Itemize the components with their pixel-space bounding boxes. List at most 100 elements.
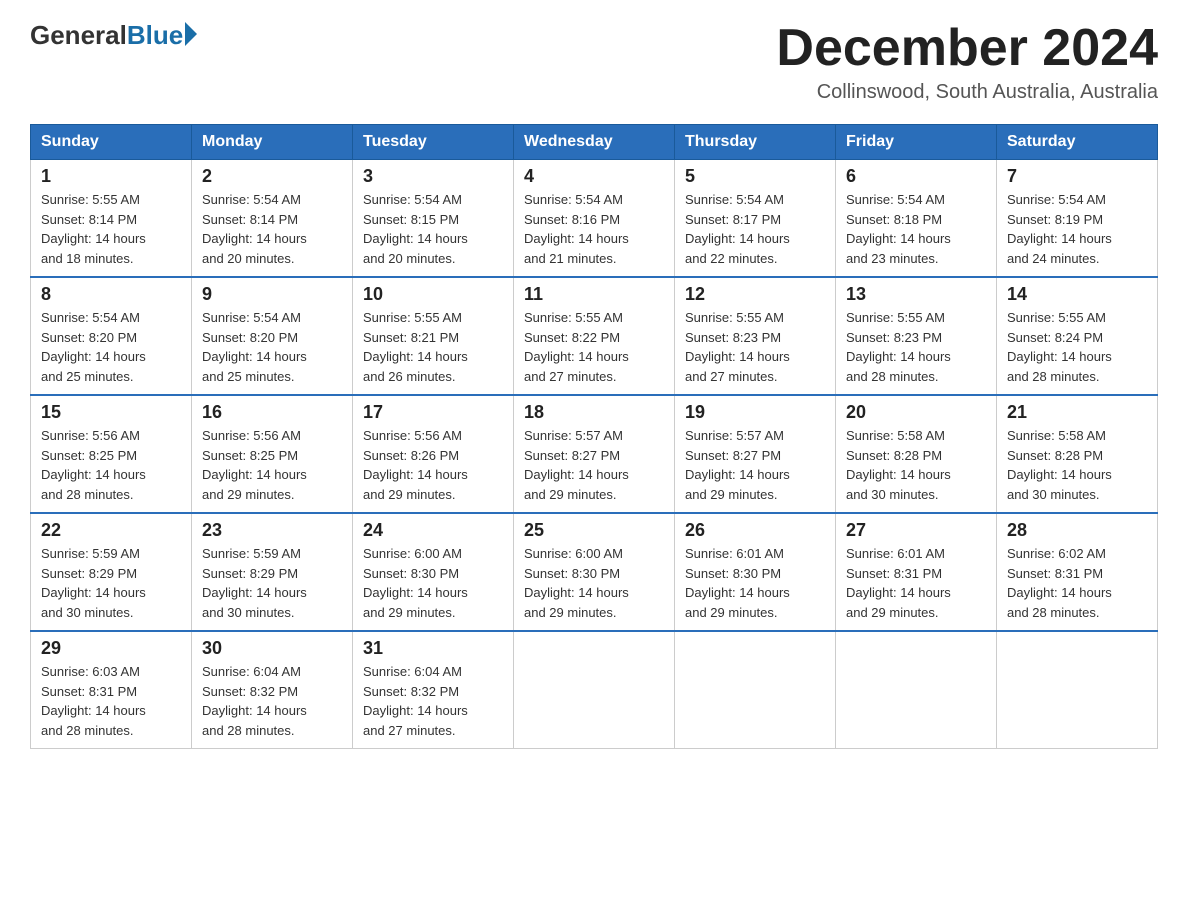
calendar-day-cell: 19Sunrise: 5:57 AMSunset: 8:27 PMDayligh… — [675, 395, 836, 513]
calendar-week-row: 29 Sunrise: 6:03 AMSunset: 8:31 PMDayligh… — [31, 631, 1158, 749]
day-info: Sunrise: 5:55 AMSunset: 8:23 PMDaylight:… — [846, 308, 986, 386]
logo-blue-part: Blue — [127, 20, 197, 51]
calendar-day-cell: 2 Sunrise: 5:54 AMSunset: 8:14 PMDaylight… — [192, 160, 353, 278]
calendar-day-cell: 4 Sunrise: 5:54 AMSunset: 8:16 PMDaylight… — [514, 160, 675, 278]
calendar-day-cell: 26Sunrise: 6:01 AMSunset: 8:30 PMDayligh… — [675, 513, 836, 631]
calendar-day-cell: 15Sunrise: 5:56 AMSunset: 8:25 PMDayligh… — [31, 395, 192, 513]
logo-general-text: General — [30, 20, 127, 51]
weekday-header-row: SundayMondayTuesdayWednesdayThursdayFrid… — [31, 125, 1158, 160]
day-number: 10 — [363, 284, 503, 305]
day-number: 5 — [685, 166, 825, 187]
day-number: 1 — [41, 166, 181, 187]
calendar-day-cell: 12 Sunrise: 5:55 AMSunset: 8:23 PMDayligh… — [675, 277, 836, 395]
calendar-day-cell: 31 Sunrise: 6:04 AMSunset: 8:32 PMDayligh… — [353, 631, 514, 749]
calendar-day-cell: 21Sunrise: 5:58 AMSunset: 8:28 PMDayligh… — [997, 395, 1158, 513]
day-number: 25 — [524, 520, 664, 541]
calendar-day-cell: 10 Sunrise: 5:55 AMSunset: 8:21 PMDayligh… — [353, 277, 514, 395]
calendar-day-cell — [514, 631, 675, 749]
day-number: 29 — [41, 638, 181, 659]
calendar-table: SundayMondayTuesdayWednesdayThursdayFrid… — [30, 124, 1158, 749]
day-info: Sunrise: 5:57 AMSunset: 8:27 PMDaylight:… — [524, 426, 664, 504]
calendar-day-cell — [836, 631, 997, 749]
day-number: 12 — [685, 284, 825, 305]
day-info: Sunrise: 5:54 AMSunset: 8:16 PMDaylight:… — [524, 190, 664, 268]
calendar-day-cell: 29 Sunrise: 6:03 AMSunset: 8:31 PMDayligh… — [31, 631, 192, 749]
day-number: 24 — [363, 520, 503, 541]
day-number: 31 — [363, 638, 503, 659]
day-info: Sunrise: 5:55 AMSunset: 8:23 PMDaylight:… — [685, 308, 825, 386]
calendar-day-cell: 9 Sunrise: 5:54 AMSunset: 8:20 PMDaylight… — [192, 277, 353, 395]
day-number: 26 — [685, 520, 825, 541]
day-info: Sunrise: 5:59 AMSunset: 8:29 PMDaylight:… — [202, 544, 342, 622]
day-info: Sunrise: 5:55 AMSunset: 8:24 PMDaylight:… — [1007, 308, 1147, 386]
day-number: 28 — [1007, 520, 1147, 541]
calendar-day-cell: 27 Sunrise: 6:01 AMSunset: 8:31 PMDayligh… — [836, 513, 997, 631]
day-info: Sunrise: 5:59 AMSunset: 8:29 PMDaylight:… — [41, 544, 181, 622]
day-number: 8 — [41, 284, 181, 305]
day-info: Sunrise: 5:55 AMSunset: 8:22 PMDaylight:… — [524, 308, 664, 386]
day-number: 9 — [202, 284, 342, 305]
calendar-day-cell: 17 Sunrise: 5:56 AMSunset: 8:26 PMDayligh… — [353, 395, 514, 513]
calendar-day-cell: 6Sunrise: 5:54 AMSunset: 8:18 PMDaylight… — [836, 160, 997, 278]
day-number: 4 — [524, 166, 664, 187]
calendar-day-cell — [675, 631, 836, 749]
day-info: Sunrise: 6:02 AMSunset: 8:31 PMDaylight:… — [1007, 544, 1147, 622]
day-info: Sunrise: 6:00 AMSunset: 8:30 PMDaylight:… — [363, 544, 503, 622]
calendar-day-cell: 23 Sunrise: 5:59 AMSunset: 8:29 PMDayligh… — [192, 513, 353, 631]
day-info: Sunrise: 5:54 AMSunset: 8:20 PMDaylight:… — [202, 308, 342, 386]
day-number: 17 — [363, 402, 503, 423]
day-info: Sunrise: 6:04 AMSunset: 8:32 PMDaylight:… — [202, 662, 342, 740]
day-number: 13 — [846, 284, 986, 305]
calendar-day-cell: 13 Sunrise: 5:55 AMSunset: 8:23 PMDayligh… — [836, 277, 997, 395]
day-info: Sunrise: 5:54 AMSunset: 8:15 PMDaylight:… — [363, 190, 503, 268]
day-info: Sunrise: 5:56 AMSunset: 8:26 PMDaylight:… — [363, 426, 503, 504]
location-subtitle: Collinswood, South Australia, Australia — [776, 81, 1158, 104]
weekday-header-tuesday: Tuesday — [353, 125, 514, 160]
weekday-header-wednesday: Wednesday — [514, 125, 675, 160]
day-info: Sunrise: 6:03 AMSunset: 8:31 PMDaylight:… — [41, 662, 181, 740]
calendar-day-cell: 24 Sunrise: 6:00 AMSunset: 8:30 PMDayligh… — [353, 513, 514, 631]
weekday-header-thursday: Thursday — [675, 125, 836, 160]
page-header: General Blue December 2024 Collinswood, … — [30, 20, 1158, 104]
day-info: Sunrise: 5:56 AMSunset: 8:25 PMDaylight:… — [202, 426, 342, 504]
calendar-day-cell: 30Sunrise: 6:04 AMSunset: 8:32 PMDayligh… — [192, 631, 353, 749]
calendar-day-cell: 5 Sunrise: 5:54 AMSunset: 8:17 PMDaylight… — [675, 160, 836, 278]
day-info: Sunrise: 5:54 AMSunset: 8:14 PMDaylight:… — [202, 190, 342, 268]
day-number: 2 — [202, 166, 342, 187]
calendar-day-cell: 11Sunrise: 5:55 AMSunset: 8:22 PMDayligh… — [514, 277, 675, 395]
day-number: 23 — [202, 520, 342, 541]
weekday-header-saturday: Saturday — [997, 125, 1158, 160]
calendar-week-row: 22 Sunrise: 5:59 AMSunset: 8:29 PMDayligh… — [31, 513, 1158, 631]
calendar-day-cell: 3Sunrise: 5:54 AMSunset: 8:15 PMDaylight… — [353, 160, 514, 278]
day-info: Sunrise: 5:54 AMSunset: 8:17 PMDaylight:… — [685, 190, 825, 268]
calendar-day-cell: 16 Sunrise: 5:56 AMSunset: 8:25 PMDayligh… — [192, 395, 353, 513]
calendar-day-cell: 22 Sunrise: 5:59 AMSunset: 8:29 PMDayligh… — [31, 513, 192, 631]
day-number: 6 — [846, 166, 986, 187]
calendar-week-row: 1 Sunrise: 5:55 AMSunset: 8:14 PMDaylight… — [31, 160, 1158, 278]
day-number: 27 — [846, 520, 986, 541]
calendar-day-cell: 14 Sunrise: 5:55 AMSunset: 8:24 PMDayligh… — [997, 277, 1158, 395]
day-info: Sunrise: 6:01 AMSunset: 8:31 PMDaylight:… — [846, 544, 986, 622]
day-info: Sunrise: 6:04 AMSunset: 8:32 PMDaylight:… — [363, 662, 503, 740]
calendar-day-cell: 7 Sunrise: 5:54 AMSunset: 8:19 PMDaylight… — [997, 160, 1158, 278]
day-info: Sunrise: 5:55 AMSunset: 8:14 PMDaylight:… — [41, 190, 181, 268]
weekday-header-monday: Monday — [192, 125, 353, 160]
calendar-day-cell: 1 Sunrise: 5:55 AMSunset: 8:14 PMDaylight… — [31, 160, 192, 278]
calendar-day-cell — [997, 631, 1158, 749]
weekday-header-sunday: Sunday — [31, 125, 192, 160]
calendar-week-row: 15Sunrise: 5:56 AMSunset: 8:25 PMDayligh… — [31, 395, 1158, 513]
calendar-day-cell: 8 Sunrise: 5:54 AMSunset: 8:20 PMDaylight… — [31, 277, 192, 395]
calendar-day-cell: 25 Sunrise: 6:00 AMSunset: 8:30 PMDayligh… — [514, 513, 675, 631]
day-info: Sunrise: 5:54 AMSunset: 8:19 PMDaylight:… — [1007, 190, 1147, 268]
day-number: 19 — [685, 402, 825, 423]
logo-triangle-icon — [185, 22, 197, 46]
month-title: December 2024 — [776, 20, 1158, 77]
day-number: 16 — [202, 402, 342, 423]
day-info: Sunrise: 6:00 AMSunset: 8:30 PMDaylight:… — [524, 544, 664, 622]
day-number: 22 — [41, 520, 181, 541]
day-info: Sunrise: 5:54 AMSunset: 8:20 PMDaylight:… — [41, 308, 181, 386]
day-info: Sunrise: 5:55 AMSunset: 8:21 PMDaylight:… — [363, 308, 503, 386]
day-number: 14 — [1007, 284, 1147, 305]
day-number: 18 — [524, 402, 664, 423]
day-number: 7 — [1007, 166, 1147, 187]
